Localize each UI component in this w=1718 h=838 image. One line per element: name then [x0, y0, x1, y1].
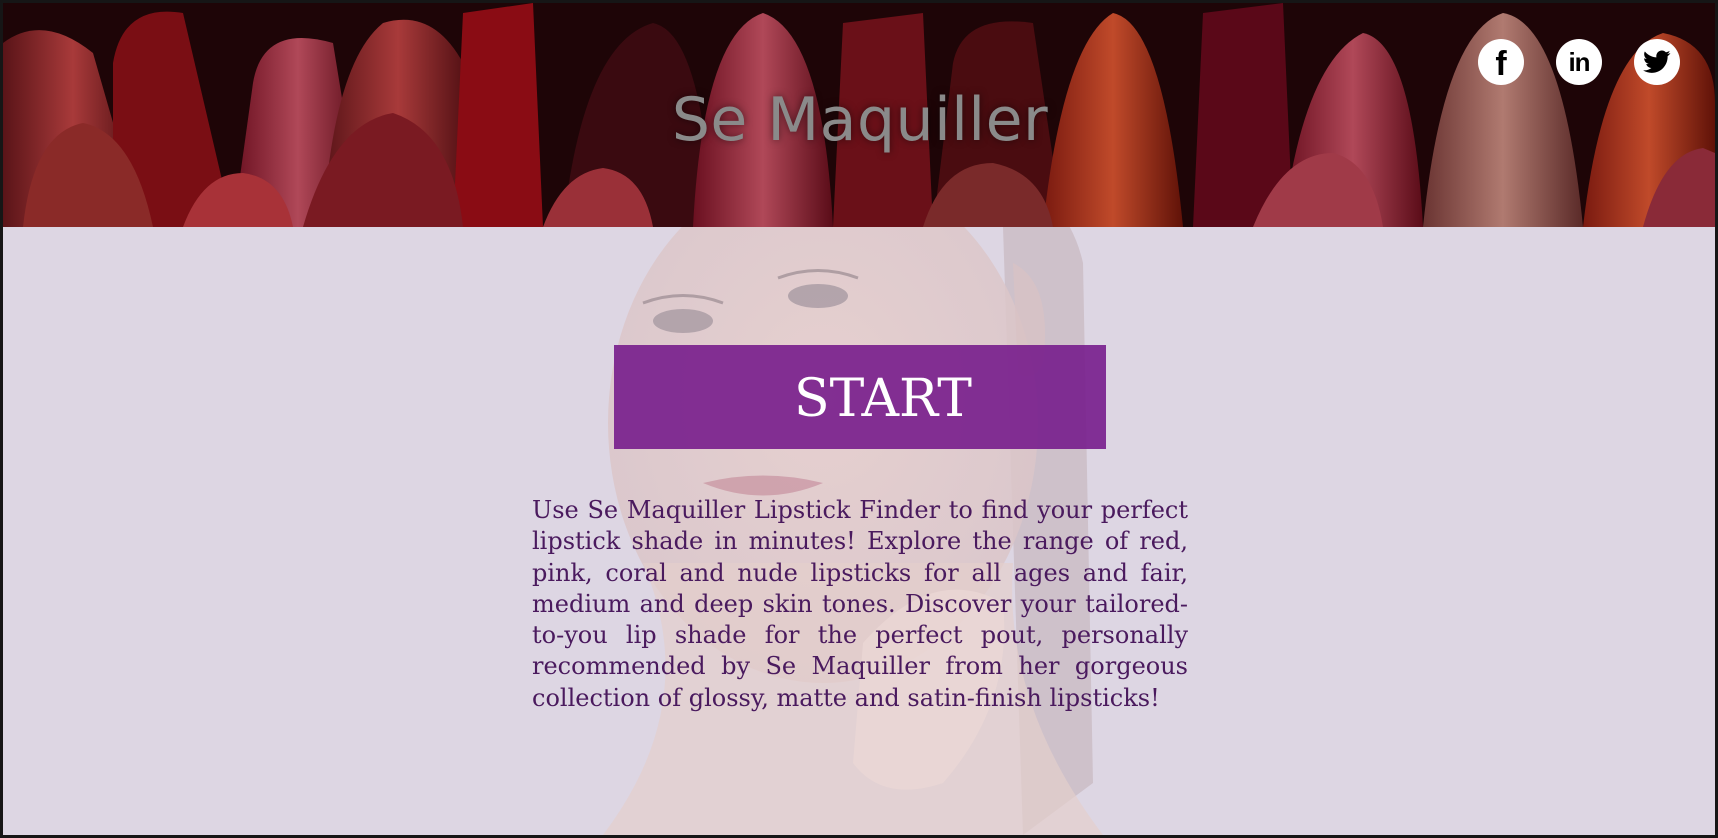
hero-banner: Se Maquiller f in: [3, 3, 1715, 227]
page-title: Se Maquiller: [671, 85, 1049, 155]
twitter-icon: [1643, 50, 1671, 73]
intro-description: Use Se Maquiller Lipstick Finder to find…: [532, 496, 1188, 712]
facebook-icon: f: [1495, 45, 1507, 83]
start-button[interactable]: START: [614, 345, 1106, 449]
linkedin-button[interactable]: in: [1556, 39, 1602, 85]
twitter-button[interactable]: [1634, 39, 1680, 85]
linkedin-icon: in: [1568, 47, 1590, 77]
start-button-label: START: [794, 369, 972, 429]
main-section: START Use Se Maquiller Lipstick Finder t…: [3, 227, 1715, 835]
page-frame: Se Maquiller f in START Use Se Maquiller…: [0, 0, 1718, 838]
social-links: f in: [1478, 39, 1680, 85]
facebook-button[interactable]: f: [1478, 39, 1524, 85]
